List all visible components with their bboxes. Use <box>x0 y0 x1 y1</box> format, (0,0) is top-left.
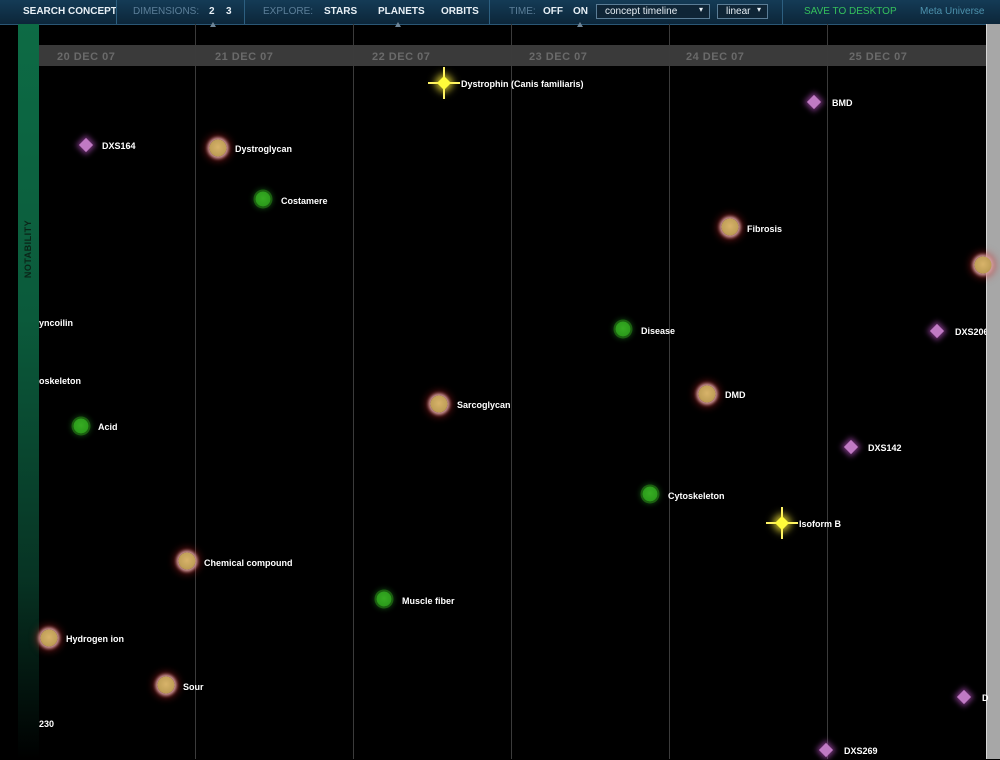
timeline-date-label: 23 DEC 07 <box>529 51 588 63</box>
search-concept-button[interactable]: SEARCH CONCEPT <box>23 6 117 17</box>
star-icon[interactable] <box>816 740 836 760</box>
orbit-icon[interactable] <box>255 191 271 207</box>
node-label[interactable]: Muscle fiber <box>402 596 455 606</box>
node-label[interactable]: DXS164 <box>102 141 136 151</box>
notability-axis: NOTABILITY <box>18 24 39 759</box>
time-label: TIME: <box>509 6 536 17</box>
timeline-date-label: 24 DEC 07 <box>686 51 745 63</box>
timeline-date-label: 22 DEC 07 <box>372 51 431 63</box>
explore-orbits-button[interactable]: ORBITS <box>441 6 479 17</box>
star-icon[interactable] <box>76 135 96 155</box>
dimension-2-button[interactable]: 2 <box>209 6 215 17</box>
planet-icon[interactable] <box>157 676 175 694</box>
planet-icon[interactable] <box>178 552 196 570</box>
scale-select-value: linear <box>726 6 751 17</box>
node-label[interactable]: DXS206 <box>955 327 986 337</box>
timeline-date-label: 21 DEC 07 <box>215 51 274 63</box>
node-label[interactable]: Dystroglycan <box>235 144 292 154</box>
time-indicator-icon <box>577 22 583 27</box>
star-icon[interactable] <box>954 687 974 707</box>
toolbar-divider <box>244 0 245 24</box>
node-label[interactable]: yncoilin <box>39 318 73 328</box>
time-on-button[interactable]: ON <box>573 6 588 17</box>
explore-label: EXPLORE: <box>263 6 314 17</box>
dimension-3-button[interactable]: 3 <box>226 6 232 17</box>
explore-planets-button[interactable]: PLANETS <box>378 6 425 17</box>
node-label[interactable]: Cytoskeleton <box>668 491 725 501</box>
node-label[interactable]: Disease <box>641 326 675 336</box>
node-label[interactable]: DXS269 <box>844 746 878 756</box>
node-label[interactable]: Isoform B <box>799 519 841 529</box>
timeline-gridline <box>353 24 354 759</box>
node-label[interactable]: Dystrophin (Canis familiaris) <box>461 79 584 89</box>
dimension-indicator-icon <box>210 22 216 27</box>
planet-icon[interactable] <box>40 629 58 647</box>
node-label[interactable]: 230 <box>39 719 54 729</box>
node-label[interactable]: Acid <box>98 422 118 432</box>
meta-universe-link[interactable]: Meta Universe <box>920 6 984 17</box>
planet-icon[interactable] <box>698 385 716 403</box>
chevron-down-icon: ▾ <box>756 5 761 14</box>
scrollbar-edge <box>986 24 987 759</box>
star-icon[interactable] <box>804 92 824 112</box>
node-label[interactable]: Sarcoglycan <box>457 400 511 410</box>
star-icon[interactable] <box>927 321 947 341</box>
timeline-gridline <box>669 24 670 759</box>
timeline-gridline <box>195 24 196 759</box>
planet-icon[interactable] <box>721 218 739 236</box>
node-label[interactable]: Fibrosis <box>747 224 782 234</box>
planet-icon[interactable] <box>430 395 448 413</box>
star-icon[interactable] <box>766 507 798 539</box>
node-label[interactable]: DMD <box>725 390 746 400</box>
timeline-gridline <box>827 24 828 759</box>
timeline-select[interactable]: concept timeline ▾ <box>596 4 710 19</box>
timeline-date-label: 20 DEC 07 <box>57 51 116 63</box>
orbit-icon[interactable] <box>642 486 658 502</box>
orbit-icon[interactable] <box>615 321 631 337</box>
explore-indicator-icon <box>395 22 401 27</box>
planet-icon[interactable] <box>209 139 227 157</box>
node-label[interactable]: oskeleton <box>39 376 81 386</box>
orbit-icon[interactable] <box>73 418 89 434</box>
node-label[interactable]: Hydrogen ion <box>66 634 124 644</box>
explore-stars-button[interactable]: STARS <box>324 6 357 17</box>
star-icon[interactable] <box>428 67 460 99</box>
chevron-down-icon: ▾ <box>698 5 703 14</box>
toolbar-divider <box>489 0 490 24</box>
timeline-header-band <box>39 45 986 66</box>
star-icon[interactable] <box>841 437 861 457</box>
save-to-desktop-button[interactable]: SAVE TO DESKTOP <box>804 6 897 17</box>
node-label[interactable]: BMD <box>832 98 853 108</box>
timeline-date-label: 25 DEC 07 <box>849 51 908 63</box>
toolbar-divider <box>782 0 783 24</box>
orbit-icon[interactable] <box>376 591 392 607</box>
toolbar: SEARCH CONCEPT DIMENSIONS: 2 3 EXPLORE: … <box>0 0 1000 25</box>
toolbar-divider <box>116 0 117 24</box>
node-label[interactable]: Costamere <box>281 196 328 206</box>
node-label[interactable]: Sour <box>183 682 204 692</box>
dimensions-label: DIMENSIONS: <box>133 6 200 17</box>
scale-select[interactable]: linear ▾ <box>717 4 768 19</box>
node-label[interactable]: DXS142 <box>868 443 902 453</box>
scrollbar-track[interactable] <box>986 24 1000 759</box>
node-label[interactable]: D <box>982 693 989 703</box>
timeline-gridline <box>511 24 512 759</box>
timeline-select-value: concept timeline <box>605 6 678 17</box>
notability-label: NOTABILITY <box>23 219 33 279</box>
node-label[interactable]: Chemical compound <box>204 558 293 568</box>
time-off-button[interactable]: OFF <box>543 6 563 17</box>
planet-icon[interactable] <box>974 256 992 274</box>
